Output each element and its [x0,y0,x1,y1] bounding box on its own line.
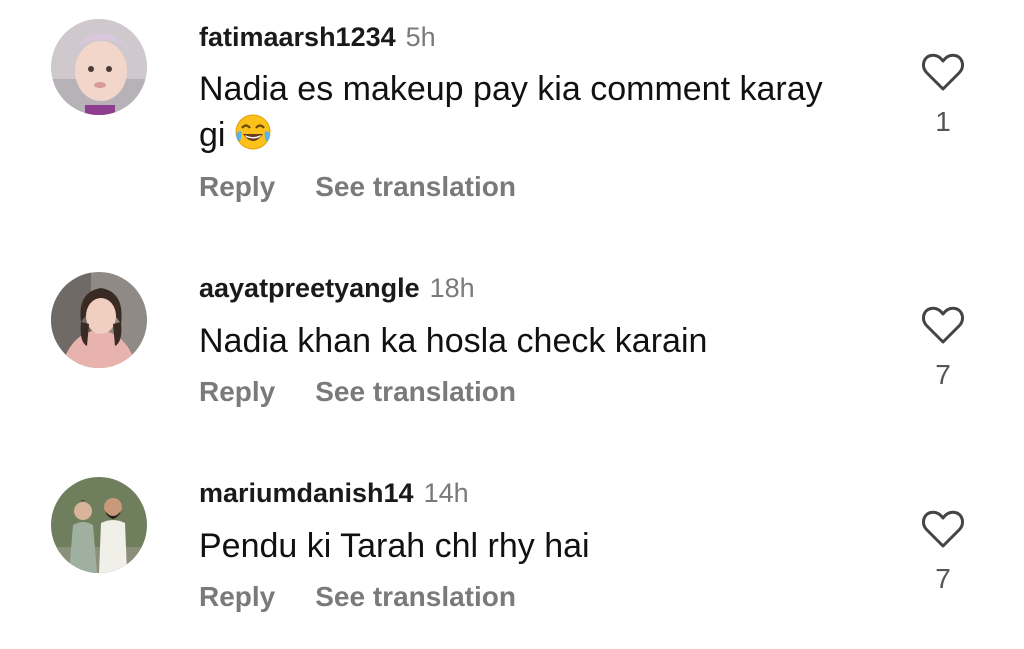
comment-text: Pendu ki Tarah chl rhy hai [199,523,839,569]
like-count: 7 [935,563,951,594]
comment-actions: Reply See translation [199,581,516,613]
comment-time: 14h [423,478,469,508]
like-control: 7 [918,509,968,595]
comment-username[interactable]: mariumdanish14 14h [199,478,469,509]
avatar[interactable] [51,477,147,573]
see-translation-button[interactable]: See translation [315,581,516,612]
username-text[interactable]: mariumdanish14 [199,478,414,508]
comment-text-content: Pendu ki Tarah chl rhy hai [199,527,590,565]
heart-outline-icon[interactable] [921,509,965,549]
comment-item: mariumdanish14 14h Pendu ki Tarah chl rhy… [0,0,1024,640]
reply-button[interactable]: Reply [199,581,275,612]
